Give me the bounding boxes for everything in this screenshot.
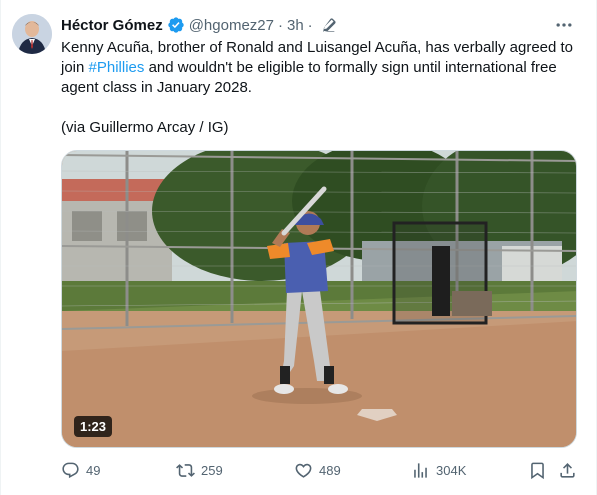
video-duration-badge: 1:23 bbox=[74, 416, 113, 437]
hashtag-link[interactable]: #Phillies bbox=[89, 59, 145, 76]
reply-icon bbox=[62, 462, 79, 478]
verified-badge-icon bbox=[168, 17, 184, 33]
reply-button[interactable]: 49 bbox=[61, 458, 100, 482]
like-count: 489 bbox=[319, 462, 341, 478]
reply-count: 49 bbox=[86, 462, 101, 478]
author-name[interactable]: Héctor Gómez bbox=[61, 17, 163, 34]
more-dots-icon bbox=[556, 23, 572, 27]
timestamp[interactable]: 3h bbox=[287, 17, 304, 34]
views-count: 304K bbox=[436, 462, 467, 478]
tweet-credit: (via Guillermo Arcay / IG) bbox=[61, 119, 229, 136]
like-button[interactable]: 489 bbox=[294, 458, 341, 482]
share-button[interactable] bbox=[558, 458, 577, 482]
share-icon bbox=[560, 462, 575, 478]
avatar-image bbox=[12, 14, 52, 54]
video-thumbnail bbox=[62, 151, 576, 447]
separator-dot-2: · bbox=[307, 16, 313, 34]
bookmark-icon bbox=[531, 462, 544, 479]
tweet-body: Kenny Acuña, brother of Ronald and Luisa… bbox=[61, 38, 581, 98]
heart-icon bbox=[295, 463, 312, 478]
tweet-header: Héctor Gómez @hgomez27 · 3h · bbox=[61, 14, 337, 36]
repost-button[interactable]: 259 bbox=[176, 458, 223, 482]
tweet-card[interactable]: Héctor Gómez @hgomez27 · 3h · Kenny Acuñ… bbox=[0, 0, 597, 495]
tweet-text: Kenny Acuña, brother of Ronald and Luisa… bbox=[61, 38, 581, 138]
repost-icon bbox=[176, 463, 195, 477]
views-button[interactable]: 304K bbox=[411, 458, 466, 482]
tweet-actions-bar: 49 259 489 304K bbox=[61, 458, 581, 482]
more-options-button[interactable] bbox=[552, 14, 576, 36]
edited-pencil-icon[interactable] bbox=[321, 17, 337, 33]
repost-count: 259 bbox=[201, 462, 223, 478]
separator-dot: · bbox=[277, 16, 283, 34]
views-chart-icon bbox=[414, 462, 427, 478]
avatar[interactable] bbox=[12, 14, 52, 54]
author-handle[interactable]: @hgomez27 bbox=[189, 17, 274, 34]
video-player[interactable]: 1:23 bbox=[61, 150, 577, 448]
bookmark-button[interactable] bbox=[528, 458, 547, 482]
